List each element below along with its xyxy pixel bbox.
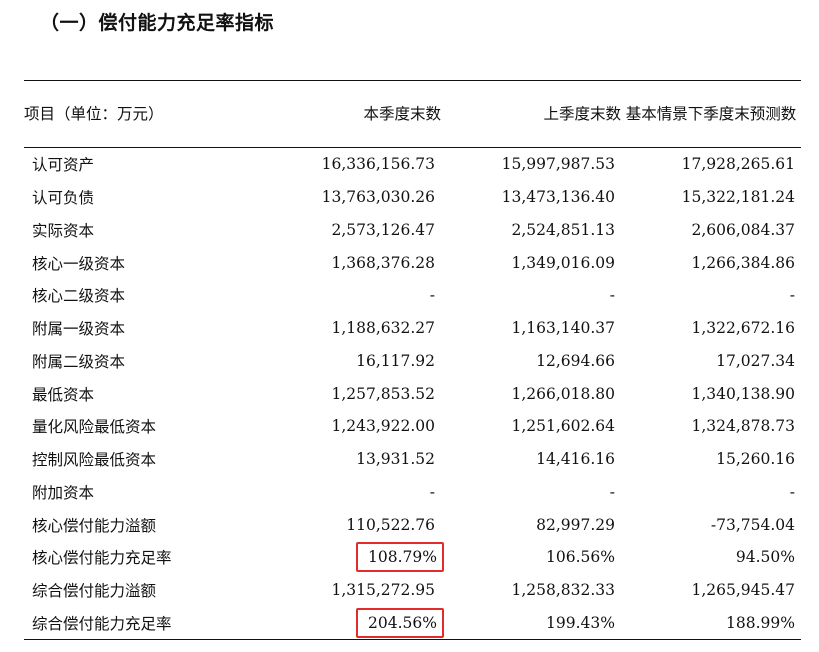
previous-value: 199.43% — [441, 606, 621, 641]
forecast-value: 94.50% — [735, 548, 795, 567]
previous-value: 15,997,987.53 — [501, 155, 615, 174]
previous-value: 106.56% — [546, 548, 615, 567]
previous-value: 13,473,136.40 — [501, 188, 615, 207]
current-value: 13,763,030.26 — [321, 188, 435, 207]
table-header-row: 项目（单位：万元） 本季度末数 上季度末数 基本情景下季度末预测数 — [24, 80, 801, 148]
table-row: 综合偿付能力充足率 204.56% 199.43% 188.99% — [24, 606, 801, 641]
table-row: 附属一级资本 1,188,632.27 1,163,140.37 1,322,6… — [24, 312, 801, 345]
header-current-quarter: 本季度末数 — [269, 80, 441, 148]
forecast-value: 1,324,878.73 — [691, 417, 795, 436]
previous-value: 1,266,018.80 — [511, 384, 615, 403]
current-value: 1,188,632.27 — [331, 319, 435, 338]
forecast-value: 1,340,138.90 — [691, 384, 795, 403]
current-value: - — [429, 482, 435, 501]
current-value: - — [429, 286, 435, 305]
previous-value: 1,349,016.09 — [511, 253, 615, 272]
row-label: 附加资本 — [32, 483, 95, 502]
current-value: 110,522.76 — [346, 515, 435, 534]
forecast-value: - — [789, 482, 795, 501]
table-row: 量化风险最低资本 1,243,922.00 1,251,602.64 1,324… — [24, 410, 801, 443]
current-value: 2,573,126.47 — [331, 220, 435, 239]
forecast-value: 15,260.16 — [716, 450, 795, 469]
table-row: 综合偿付能力溢额 1,315,272.95 1,258,832.33 1,265… — [24, 574, 801, 607]
table-row: 核心二级资本 - - - — [24, 279, 801, 312]
solvency-table: 项目（单位：万元） 本季度末数 上季度末数 基本情景下季度末预测数 认可资产 1… — [24, 80, 801, 641]
table-row: 最低资本 1,257,853.52 1,266,018.80 1,340,138… — [24, 377, 801, 410]
table-row: 核心偿付能力充足率 108.79% 106.56% 94.50% — [24, 541, 801, 574]
table-row: 实际资本 2,573,126.47 2,524,851.13 2,606,084… — [24, 214, 801, 247]
current-value-highlighted: 108.79% — [269, 541, 444, 574]
current-value: 13,931.52 — [356, 450, 435, 469]
previous-value: 1,258,832.33 — [511, 581, 615, 600]
forecast-value: 1,322,672.16 — [691, 319, 795, 338]
current-value: 1,368,376.28 — [331, 253, 435, 272]
forecast-value: - — [789, 286, 795, 305]
forecast-value: -73,754.04 — [710, 515, 795, 534]
current-value: 1,257,853.52 — [331, 384, 435, 403]
row-label: 核心偿付能力充足率 — [32, 549, 172, 568]
table-row: 认可负债 13,763,030.26 13,473,136.40 15,322,… — [24, 181, 801, 214]
row-label: 认可资产 — [32, 156, 95, 175]
table-row: 核心偿付能力溢额 110,522.76 82,997.29 -73,754.04 — [24, 508, 801, 541]
forecast-value: 1,265,945.47 — [691, 581, 795, 600]
row-label: 量化风险最低资本 — [32, 418, 157, 437]
previous-value: 2,524,851.13 — [511, 220, 615, 239]
row-label: 附属一级资本 — [32, 320, 126, 339]
previous-value: 12,694.66 — [536, 351, 615, 370]
forecast-value: 2,606,084.37 — [691, 220, 795, 239]
table-row: 附属二级资本 16,117.92 12,694.66 17,027.34 — [24, 345, 801, 378]
current-value: 1,243,922.00 — [331, 417, 435, 436]
row-label: 最低资本 — [32, 385, 95, 404]
row-label: 核心一级资本 — [32, 254, 126, 273]
previous-value: 82,997.29 — [536, 515, 615, 534]
forecast-value: 188.99% — [621, 606, 801, 641]
row-label: 附属二级资本 — [32, 352, 126, 371]
table-row: 控制风险最低资本 13,931.52 14,416.16 15,260.16 — [24, 443, 801, 476]
table-row: 附加资本 - - - — [24, 476, 801, 509]
current-value-highlighted: 204.56% — [269, 606, 444, 641]
header-forecast: 基本情景下季度末预测数 — [621, 80, 801, 148]
forecast-value: 17,928,265.61 — [681, 155, 795, 174]
forecast-value: 1,266,384.86 — [691, 253, 795, 272]
table-row: 核心一级资本 1,368,376.28 1,349,016.09 1,266,3… — [24, 246, 801, 279]
row-label: 实际资本 — [32, 221, 95, 240]
section-title: （一）偿付能力充足率指标 — [40, 12, 275, 34]
header-item: 项目（单位：万元） — [24, 80, 269, 148]
previous-value: - — [609, 482, 615, 501]
previous-value: - — [609, 286, 615, 305]
highlight-box: 204.56% — [356, 607, 444, 638]
table-row: 认可资产 16,336,156.73 15,997,987.53 17,928,… — [24, 148, 801, 181]
forecast-value: 17,027.34 — [716, 351, 795, 370]
row-label: 控制风险最低资本 — [32, 451, 157, 470]
row-label: 核心二级资本 — [32, 287, 126, 306]
header-previous-quarter: 上季度末数 — [441, 80, 621, 148]
current-value: 16,336,156.73 — [321, 155, 435, 174]
row-label: 认可负债 — [32, 189, 95, 208]
previous-value: 1,251,602.64 — [511, 417, 615, 436]
row-label: 综合偿付能力溢额 — [32, 582, 157, 601]
forecast-value: 15,322,181.24 — [681, 188, 795, 207]
previous-value: 1,163,140.37 — [511, 319, 615, 338]
row-label: 综合偿付能力充足率 — [24, 606, 269, 641]
current-value: 16,117.92 — [356, 351, 435, 370]
highlight-box: 108.79% — [356, 542, 444, 573]
current-value: 1,315,272.95 — [331, 581, 435, 600]
previous-value: 14,416.16 — [536, 450, 615, 469]
row-label: 核心偿付能力溢额 — [32, 516, 157, 535]
